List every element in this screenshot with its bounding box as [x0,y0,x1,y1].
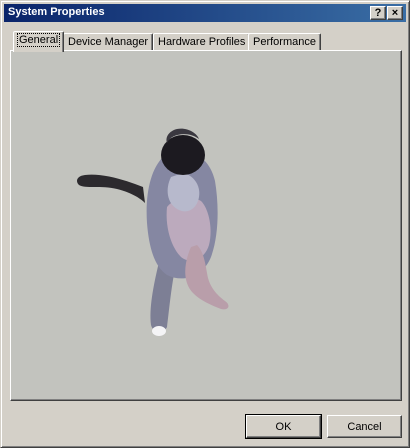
tab-device-manager[interactable]: Device Manager [63,33,154,50]
cat-image [77,128,229,336]
tab-performance-label: Performance [253,36,316,48]
tab-hardware-profiles[interactable]: Hardware Profiles [153,33,251,50]
tab-general-label: General [16,33,61,47]
cancel-button[interactable]: Cancel [327,415,402,438]
tab-general[interactable]: General [13,31,65,52]
ok-button[interactable]: OK [245,414,322,439]
window-title: System Properties [8,6,105,18]
help-button[interactable]: ? [370,6,386,20]
tab-performance[interactable]: Performance [248,33,321,50]
tab-panel-general [10,50,402,401]
title-bar[interactable]: System Properties ? × [4,4,406,22]
close-button[interactable]: × [387,6,403,20]
system-properties-window: System Properties ? × General Device Man… [0,0,410,448]
tab-device-manager-label: Device Manager [68,36,149,48]
tab-hardware-profiles-label: Hardware Profiles [158,36,246,48]
